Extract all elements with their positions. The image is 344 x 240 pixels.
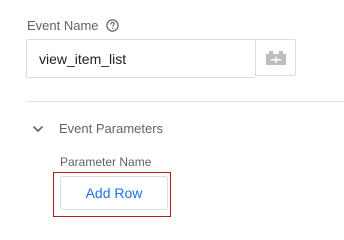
section-divider	[26, 101, 344, 102]
event-parameters-title: Event Parameters	[59, 121, 164, 136]
variable-picker-button[interactable]	[255, 39, 296, 76]
event-name-label-row: Event Name	[27, 18, 119, 33]
event-name-field-group	[26, 39, 297, 78]
event-name-label: Event Name	[27, 18, 99, 33]
chevron-down-icon	[33, 125, 43, 132]
add-row-button[interactable]: Add Row	[60, 176, 168, 210]
help-icon[interactable]	[105, 19, 119, 32]
variable-picker-icon	[265, 50, 286, 65]
event-parameters-header[interactable]: Event Parameters	[32, 121, 163, 136]
parameter-name-column-label: Parameter Name	[60, 155, 152, 169]
event-name-input[interactable]	[26, 39, 255, 78]
